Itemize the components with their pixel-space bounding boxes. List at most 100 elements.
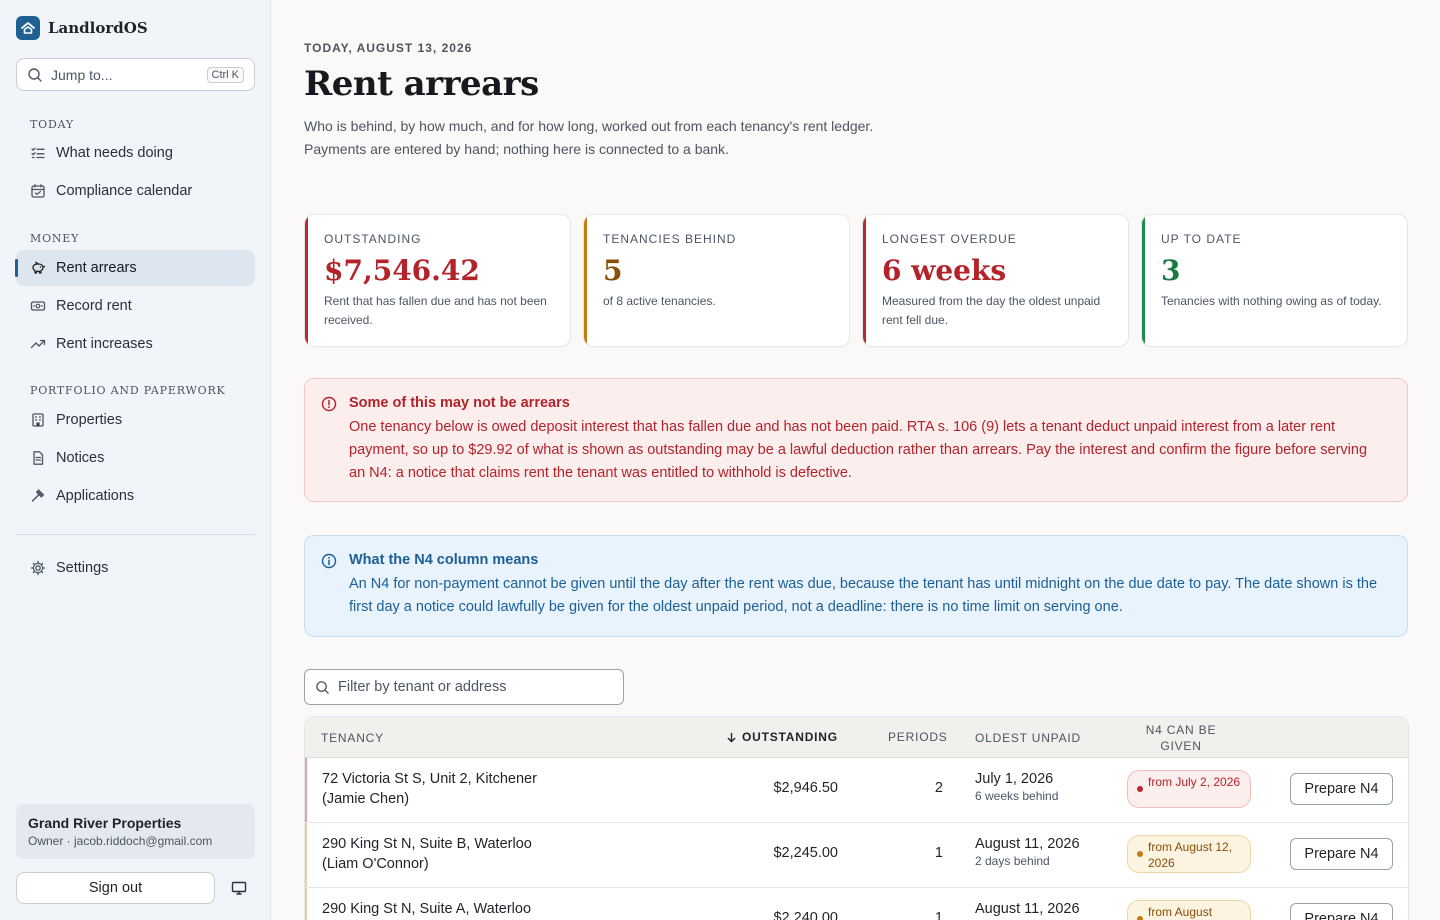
column-header-oldest-unpaid[interactable]: OLDEST UNPAID [975, 731, 1081, 745]
tenancy-address: 290 King St N, Suite A, Waterloo [322, 901, 532, 917]
brand[interactable]: LandlordOS [16, 16, 148, 40]
nav-item-applications[interactable]: Applications [16, 478, 255, 514]
status-dot [1137, 851, 1143, 857]
stat-card-outstanding: OUTSTANDING $7,546.42 Rent that has fall… [304, 214, 571, 347]
stat-note: Measured from the day the oldest unpaid … [882, 294, 1101, 327]
column-header-periods[interactable]: PERIODS [888, 730, 948, 744]
account-name: Grand River Properties [28, 815, 182, 831]
oldest-unpaid-cell: August 11, 2026 [975, 901, 1080, 917]
trending-up-icon [30, 339, 46, 349]
nav-label: What needs doing [56, 145, 173, 161]
periods-count: 1 [934, 910, 943, 920]
n4-info-callout: What the N4 column means An N4 for non-p… [304, 535, 1408, 637]
tenant-filter-input[interactable]: Filter by tenant or address [304, 669, 624, 705]
account-card[interactable]: Grand River Properties Owner · jacob.rid… [16, 804, 255, 859]
nav-label: Record rent [56, 298, 132, 314]
nav-label: Applications [56, 488, 135, 504]
sidebar-divider [16, 534, 255, 535]
stat-card-longest-overdue: LONGEST OVERDUE 6 weeks Measured from th… [862, 214, 1129, 347]
stat-card-tenancies-behind: TENANCIES BEHIND 5 of 8 active tenancies… [583, 214, 850, 347]
prepare-n4-button[interactable]: Prepare N4 [1290, 773, 1393, 805]
oldest-unpaid-date: July 1, 2026 [975, 771, 1054, 787]
column-header-n4[interactable]: N4 CAN BE GIVEN [1136, 722, 1226, 754]
days-behind: 2 days behind [975, 854, 1050, 868]
column-header-outstanding[interactable]: OUTSTANDING [726, 730, 838, 744]
gavel-icon [31, 489, 45, 502]
tenancy-address: 72 Victoria St S, Unit 2, Kitchener [322, 771, 537, 787]
tenancy-cell[interactable]: 290 King St N, Suite B, Waterloo (Liam O… [322, 834, 582, 874]
tenant-name: (Jamie Chen) [322, 791, 410, 807]
n4-date-badge: from August [1127, 900, 1251, 920]
account-subtitle: Owner · jacob.riddoch@gmail.com [28, 834, 213, 848]
table-header: TENANCY OUTSTANDING PERIODS OLDEST UNPAI… [305, 717, 1408, 758]
alert-body: One tenancy below is owed deposit intere… [349, 419, 1368, 481]
nav-item-notices[interactable]: Notices [16, 440, 255, 476]
nav-item-settings[interactable]: Settings [16, 550, 255, 586]
checklist-icon [31, 147, 45, 159]
page-subtitle: Who is behind, by how much, and for how … [304, 115, 1004, 161]
nav-section-portfolio: PORTFOLIO AND PAPERWORK [30, 384, 226, 397]
tenancy-cell[interactable]: 72 Victoria St S, Unit 2, Kitchener (Jam… [322, 769, 582, 809]
status-dot [1137, 916, 1143, 920]
app-name: LandlordOS [48, 19, 148, 37]
monitor-icon[interactable] [229, 879, 249, 897]
document-icon [33, 451, 44, 465]
subtitle-line: Payments are entered by hand; nothing he… [304, 141, 729, 157]
stat-label: UP TO DATE [1161, 232, 1242, 246]
filter-placeholder: Filter by tenant or address [338, 679, 507, 695]
oldest-unpaid-date: August 11, 2026 [975, 836, 1080, 852]
prepare-n4-button[interactable]: Prepare N4 [1290, 903, 1393, 920]
building-icon [32, 413, 44, 427]
stat-label: LONGEST OVERDUE [882, 232, 1017, 246]
gear-icon [30, 560, 46, 576]
nav-label: Compliance calendar [56, 183, 193, 199]
alert-title: Some of this may not be arrears [349, 395, 570, 411]
search-icon [316, 680, 329, 694]
nav-item-rent-increases[interactable]: Rent increases [16, 326, 255, 362]
periods-count: 1 [934, 845, 943, 861]
nav-item-compliance-calendar[interactable]: Compliance calendar [16, 173, 255, 209]
main-content: TODAY, AUGUST 13, 2026 Rent arrears Who … [272, 0, 1440, 920]
deposit-interest-alert: Some of this may not be arrears One tena… [304, 378, 1408, 502]
nav-label: Settings [56, 560, 109, 576]
prepare-n4-button[interactable]: Prepare N4 [1290, 838, 1393, 870]
nav-item-properties[interactable]: Properties [16, 402, 255, 438]
outstanding-amount: $2,946.50 [773, 780, 838, 796]
info-body: An N4 for non-payment cannot be given un… [349, 576, 1378, 615]
nav-item-what-needs-doing[interactable]: What needs doing [16, 135, 255, 171]
n4-date-badge: from August 12, 2026 [1127, 835, 1251, 873]
arrow-down-icon [727, 732, 736, 742]
tenant-name: (Liam O'Connor) [322, 856, 429, 872]
table-row[interactable]: 290 King St N, Suite B, Waterloo (Liam O… [305, 823, 1408, 888]
info-title: What the N4 column means [349, 552, 539, 568]
sign-out-button[interactable]: Sign out [16, 872, 215, 904]
nav-item-rent-arrears[interactable]: Rent arrears [15, 250, 255, 286]
tenancy-address: 290 King St N, Suite B, Waterloo [322, 836, 532, 852]
column-header-tenancy[interactable]: TENANCY [321, 731, 384, 745]
stat-note: Tenancies with nothing owing as of today… [1161, 294, 1382, 308]
alert-circle-icon [321, 396, 337, 412]
piggy-bank-icon [32, 261, 46, 274]
n4-date: from July 2, 2026 [1148, 775, 1241, 789]
stat-card-up-to-date: UP TO DATE 3 Tenancies with nothing owin… [1141, 214, 1408, 347]
nav-item-record-rent[interactable]: Record rent [16, 288, 255, 324]
house-logo-icon [16, 16, 40, 40]
outstanding-amount: $2,245.00 [773, 845, 838, 861]
calendar-icon [31, 184, 45, 198]
nav-label: Properties [56, 412, 123, 428]
table-row[interactable]: 290 King St N, Suite A, Waterloo $2,240.… [305, 888, 1408, 920]
jump-to-search[interactable]: Jump to... Ctrl K [16, 58, 255, 91]
n4-date: from August [1148, 905, 1213, 919]
outstanding-amount: $2,240.00 [773, 910, 838, 920]
nav-label: Rent arrears [56, 260, 137, 276]
nav-section-money: MONEY [30, 232, 80, 245]
tenancy-cell[interactable]: 290 King St N, Suite A, Waterloo [322, 899, 582, 919]
stat-value: 5 [603, 254, 623, 287]
date-line: TODAY, AUGUST 13, 2026 [304, 41, 473, 55]
arrears-table: TENANCY OUTSTANDING PERIODS OLDEST UNPAI… [304, 716, 1409, 920]
stat-label: TENANCIES BEHIND [603, 232, 737, 246]
keyboard-shortcut: Ctrl K [206, 66, 244, 83]
nav-label: Notices [56, 450, 105, 466]
table-row[interactable]: 72 Victoria St S, Unit 2, Kitchener (Jam… [305, 758, 1408, 823]
stat-note: Rent that has fallen due and has not bee… [324, 294, 547, 327]
